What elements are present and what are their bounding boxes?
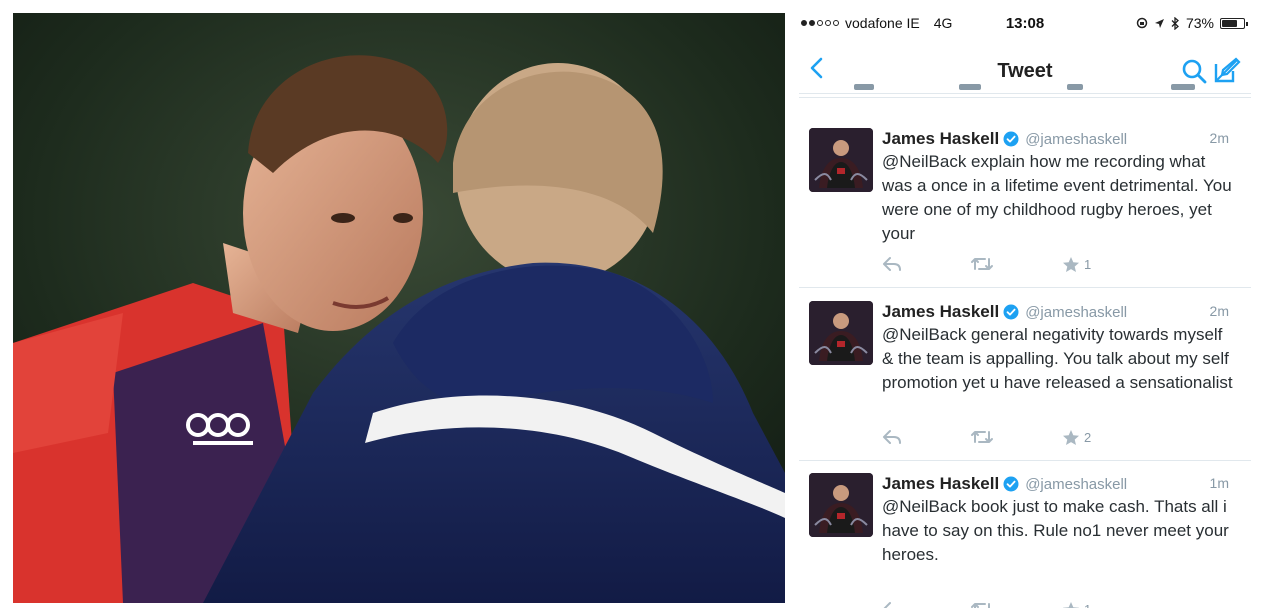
status-right: 73% [1136, 15, 1248, 31]
retweet-icon [971, 431, 993, 443]
retweet-button[interactable] [970, 254, 994, 274]
favorite-button[interactable]: 1 [1062, 254, 1091, 274]
favorite-count: 1 [1084, 256, 1092, 272]
star-icon [1063, 601, 1079, 608]
reply-button[interactable] [882, 427, 902, 447]
author-name[interactable]: James Haskell [882, 302, 999, 322]
favorite-count: 1 [1084, 602, 1091, 609]
tweet-time: 2m [1209, 130, 1229, 146]
favorite-button[interactable]: 1 [1062, 599, 1091, 608]
photo-illustration [13, 13, 785, 603]
retweet-icon [971, 258, 993, 270]
tweet-header: James Haskell @jameshaskell [882, 301, 1229, 323]
author-name[interactable]: James Haskell [882, 474, 999, 494]
twitter-app-screen: vodafone IE 4G 13:08 73% Tweet James Has… [799, 8, 1251, 608]
composite-image: vodafone IE 4G 13:08 73% Tweet James Has… [0, 0, 1264, 615]
battery-icon [1220, 17, 1248, 29]
star-icon [1063, 256, 1079, 272]
reply-button[interactable] [882, 254, 902, 274]
avatar[interactable] [809, 301, 873, 365]
tweet-actions: 1 [882, 599, 1182, 608]
tweet-actions: 1 [882, 254, 1182, 274]
tweet-time: 2m [1209, 303, 1229, 319]
verified-badge-icon [1003, 304, 1019, 320]
tweet-item[interactable]: James Haskell @jameshaskell 2m @NeilBack… [799, 289, 1251, 461]
tweet-actions: 2 [882, 427, 1182, 447]
tweet-item[interactable]: James Haskell @jameshaskell 2m @NeilBack… [799, 116, 1251, 288]
compose-icon[interactable] [1213, 56, 1241, 84]
avatar-image [809, 301, 873, 365]
status-bar: vodafone IE 4G 13:08 73% [799, 8, 1251, 40]
retweet-icon [971, 603, 990, 608]
favorite-button[interactable]: 2 [1062, 427, 1091, 447]
author-name[interactable]: James Haskell [882, 129, 999, 149]
avatar-image [809, 473, 873, 537]
bluetooth-icon [1171, 16, 1179, 30]
reply-icon [883, 430, 901, 444]
tweet-text: @NeilBack general negativity towards mys… [882, 325, 1233, 392]
avatar[interactable] [809, 128, 873, 192]
location-arrow-icon [1154, 18, 1164, 28]
tweet-time: 1m [1209, 475, 1229, 491]
verified-badge-icon [1003, 131, 1019, 147]
tweet-header: James Haskell @jameshaskell [882, 473, 1229, 495]
tweet-item[interactable]: James Haskell @jameshaskell 1m @NeilBack… [799, 461, 1251, 608]
tweet-text: @NeilBack explain how me recording what … [882, 152, 1232, 243]
star-icon [1063, 429, 1079, 445]
tweet-header: James Haskell @jameshaskell [882, 128, 1229, 150]
battery-percent: 73% [1185, 15, 1214, 31]
search-icon[interactable] [1181, 58, 1207, 84]
avatar[interactable] [809, 473, 873, 537]
previous-tweet-actions [799, 82, 1251, 98]
reply-icon [883, 602, 894, 608]
retweet-button[interactable] [970, 427, 994, 447]
avatar-image [809, 128, 873, 192]
reply-button[interactable] [882, 599, 902, 608]
rugby-photo [13, 13, 785, 603]
tweet-text: @NeilBack book just to make cash. Thats … [882, 497, 1229, 564]
reply-icon [883, 257, 901, 271]
retweet-button[interactable] [970, 599, 994, 608]
lock-rotation-icon [1136, 17, 1148, 29]
verified-badge-icon [1003, 476, 1019, 492]
author-handle[interactable]: @jameshaskell [1025, 131, 1127, 148]
author-handle[interactable]: @jameshaskell [1025, 304, 1127, 321]
author-handle[interactable]: @jameshaskell [1025, 476, 1127, 493]
favorite-count: 2 [1084, 429, 1092, 445]
